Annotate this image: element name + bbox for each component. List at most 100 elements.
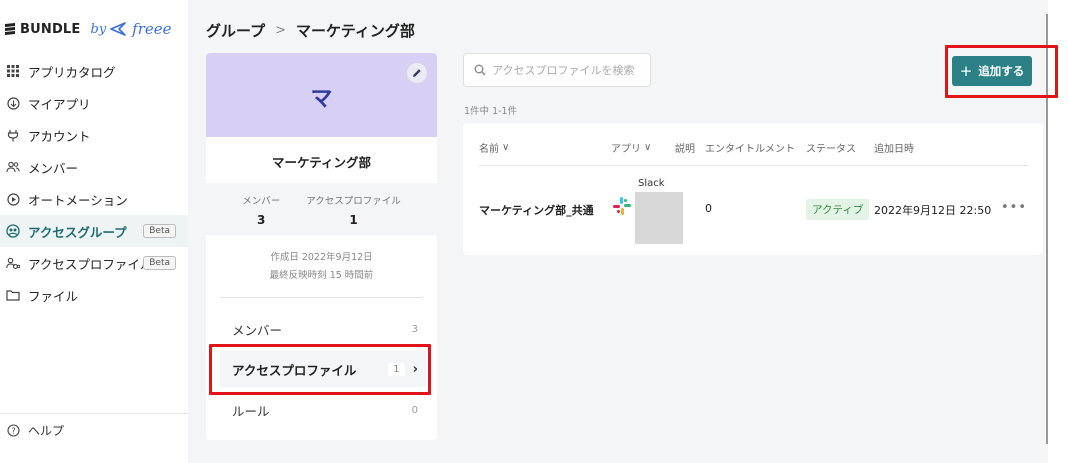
header-label: 追加日時 [874, 144, 914, 155]
sidebar-item-label: マイアプリ [28, 96, 91, 112]
sidebar-item-files[interactable]: ファイル [0, 279, 188, 311]
chevron-right-icon: > [275, 23, 287, 38]
sidebar-item-label: アクセスグループ [28, 224, 127, 240]
group-name: マーケティング部 [271, 155, 371, 170]
main-content: グループ > マーケティング部 マ マーケティング部 メンバー 3 アクセスプロ… [188, 0, 1048, 463]
sidebar-item-label: アプリカタログ [28, 64, 116, 80]
sidebar-nav: アプリカタログ マイアプリ アカウント メンバー オートメーション アクセスグル… [0, 55, 188, 311]
header-label: アプリ [611, 144, 641, 155]
logo-by: by [90, 21, 107, 37]
stat-value: 1 [349, 213, 358, 227]
freee-bird-icon [110, 22, 126, 36]
group-tab-rules[interactable]: ルール 0 [220, 392, 426, 428]
sidebar-item-label: メンバー [28, 160, 79, 176]
add-button-label: 追加する [978, 64, 1025, 78]
stat-label: メンバー [242, 196, 281, 207]
sidebar-item-label: オートメーション [28, 192, 128, 208]
stat-value: 3 [257, 213, 266, 227]
scrollbar[interactable] [1046, 14, 1048, 444]
plus-icon: + [959, 61, 973, 80]
row-count: 0 [411, 404, 418, 416]
breadcrumb-current: マーケティング部 [296, 22, 415, 40]
bundle-logo[interactable]: BUNDLE by freee [4, 20, 172, 38]
folder-icon [4, 289, 22, 301]
sidebar-divider [0, 413, 188, 414]
search-icon [474, 64, 486, 76]
sidebar-item-label: アカウント [28, 128, 91, 144]
group-tab-members[interactable]: メンバー 3 [220, 311, 426, 347]
logo-brand: BUNDLE [20, 21, 81, 37]
stat-label: アクセスプロファイル [306, 196, 401, 207]
add-button[interactable]: + 追加する [952, 56, 1032, 86]
header-label: 説明 [675, 144, 695, 155]
group-meta: 作成日 2022年9月12日 最終反映時刻 15 時間前 [206, 249, 437, 285]
app-thumbnail [635, 192, 683, 244]
group-stats: メンバー 3 アクセスプロファイル 1 [206, 183, 437, 235]
result-count: 1件中 1-1件 [464, 106, 518, 117]
breadcrumb: グループ > マーケティング部 [206, 20, 415, 41]
app-name-label: Slack [638, 178, 665, 189]
stat-access-profiles: アクセスプロファイル 1 [306, 193, 401, 235]
row-count: 3 [411, 323, 418, 335]
group-initial: マ [310, 87, 333, 112]
app-circle-icon [4, 96, 22, 110]
cell-name[interactable]: マーケティング部_共通 [479, 202, 594, 218]
edit-button[interactable] [407, 63, 427, 83]
row-label: ルール [232, 403, 270, 419]
stat-members: メンバー 3 [242, 193, 280, 235]
help-link[interactable]: ? ヘルプ [4, 422, 64, 439]
row-label: メンバー [232, 322, 283, 338]
header-label: 名前 [479, 144, 499, 155]
chevron-right-icon: › [412, 361, 418, 377]
header-added: 追加日時 [874, 140, 914, 155]
sidebar-item-my-apps[interactable]: マイアプリ [0, 87, 188, 119]
pencil-icon [413, 69, 421, 77]
chevron-down-icon: ∨ [502, 142, 510, 153]
sidebar: BUNDLE by freee アプリカタログ マイアプリ アカウント メンバー… [0, 0, 188, 463]
last-sync: 最終反映時刻 15 時間前 [269, 270, 374, 281]
group-banner: マ [206, 53, 437, 137]
beta-badge: Beta [143, 256, 176, 270]
more-options-icon[interactable]: ••• [1001, 200, 1027, 215]
sidebar-item-access-groups[interactable]: アクセスグループ Beta [0, 215, 188, 247]
plug-icon [4, 129, 22, 142]
row-label: アクセスプロファイル [232, 362, 357, 378]
profiles-table: 名前 ∨ アプリ ∨ 説明 エンタイトルメント ステータス 追加日時 マーケティ… [463, 123, 1043, 255]
play-circle-icon [4, 192, 22, 206]
header-status: ステータス [806, 140, 856, 155]
sidebar-item-app-catalog[interactable]: アプリカタログ [0, 55, 188, 87]
row-count: 1 [388, 362, 405, 376]
sidebar-item-automation[interactable]: オートメーション [0, 183, 188, 215]
bundle-mark-icon [5, 23, 15, 35]
breadcrumb-parent[interactable]: グループ [206, 20, 265, 41]
header-name[interactable]: 名前 ∨ [479, 140, 509, 155]
chevron-down-icon: ∨ [644, 142, 652, 153]
sidebar-item-access-profiles[interactable]: アクセスプロファイル Beta [0, 247, 188, 279]
sidebar-item-label: ファイル [28, 288, 79, 304]
search-input[interactable] [492, 63, 642, 77]
members-icon [4, 161, 22, 173]
beta-badge: Beta [143, 224, 176, 238]
header-entitlement: エンタイトルメント [705, 140, 795, 155]
sidebar-item-label: アクセスプロファイル [28, 256, 153, 272]
help-circle-icon: ? [4, 424, 22, 437]
help-label: ヘルプ [28, 424, 65, 438]
status-badge: アクティブ [806, 199, 870, 220]
sidebar-item-accounts[interactable]: アカウント [0, 119, 188, 151]
svg-text:?: ? [11, 427, 15, 436]
group-tab-access-profiles[interactable]: アクセスプロファイル 1 › [220, 351, 426, 387]
access-group-icon [4, 224, 22, 238]
header-label: エンタイトルメント [705, 144, 795, 155]
search-box[interactable] [463, 53, 651, 87]
header-description: 説明 [675, 140, 695, 155]
header-app[interactable]: アプリ ∨ [611, 140, 651, 155]
header-divider [479, 165, 1028, 166]
grid-icon [4, 65, 22, 77]
access-profile-icon [4, 257, 22, 270]
created-date: 作成日 2022年9月12日 [270, 252, 373, 263]
slack-icon [613, 197, 631, 215]
group-card: マ マーケティング部 メンバー 3 アクセスプロファイル 1 作成日 2022年… [206, 53, 437, 440]
header-label: ステータス [806, 144, 856, 155]
card-divider [220, 297, 423, 298]
sidebar-item-members[interactable]: メンバー [0, 151, 188, 183]
